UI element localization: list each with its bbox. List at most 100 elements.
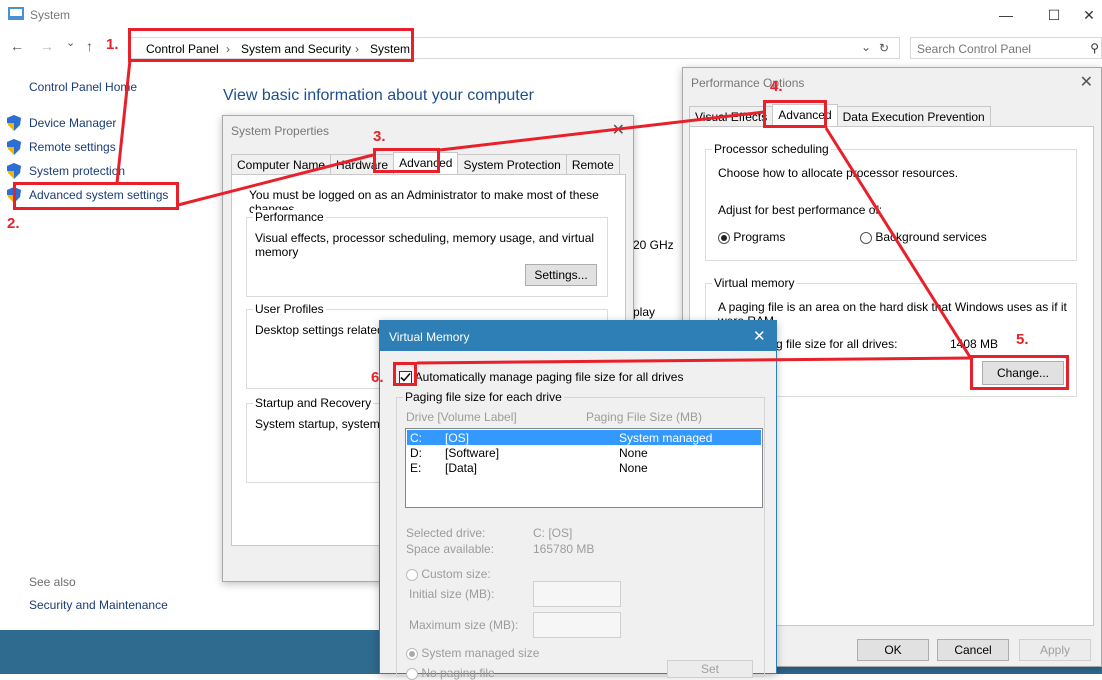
system-managed-option[interactable]: System managed size bbox=[406, 646, 539, 660]
search-placeholder: Search Control Panel bbox=[917, 42, 1032, 56]
device-manager-link[interactable]: Device Manager bbox=[29, 116, 116, 130]
programs-radio[interactable] bbox=[718, 231, 730, 244]
tab-strip: Visual Effects Advanced Data Execution P… bbox=[689, 104, 991, 126]
refresh-icon[interactable]: ↻ bbox=[879, 41, 889, 55]
cancel-button[interactable]: Cancel bbox=[937, 639, 1009, 661]
drive-row-e[interactable]: E: [Data] None bbox=[407, 460, 761, 475]
drive-letter: D: bbox=[410, 446, 422, 460]
remote-settings-link[interactable]: Remote settings bbox=[29, 140, 116, 154]
minimize-button[interactable]: — bbox=[986, 4, 1026, 26]
maximum-size-label: Maximum size (MB): bbox=[409, 618, 519, 632]
adjust-performance-label: Adjust for best performance of: bbox=[718, 203, 883, 217]
maximize-button[interactable]: ☐ bbox=[1034, 4, 1074, 26]
system-managed-radio[interactable] bbox=[406, 647, 418, 660]
close-icon[interactable]: ✕ bbox=[753, 327, 766, 345]
custom-size-option[interactable]: Custom size: bbox=[406, 567, 491, 581]
security-maintenance-link[interactable]: Security and Maintenance bbox=[29, 598, 168, 612]
page-title: View basic information about your comput… bbox=[223, 87, 534, 104]
tab-visual-effects[interactable]: Visual Effects bbox=[689, 106, 774, 126]
system-icon bbox=[8, 7, 24, 20]
display-fragment: play bbox=[633, 305, 656, 319]
recent-locations-icon[interactable]: ⌄ bbox=[66, 36, 75, 49]
annotation-number: 3. bbox=[373, 128, 386, 145]
drive-letter: C: bbox=[410, 431, 422, 445]
drive-row-c[interactable]: C: [OS] System managed bbox=[407, 430, 761, 445]
custom-size-radio[interactable] bbox=[406, 568, 418, 581]
tab-system-protection[interactable]: System Protection bbox=[457, 154, 567, 174]
user-profiles-description: Desktop settings related to bbox=[255, 323, 398, 337]
ok-button[interactable]: OK bbox=[857, 639, 929, 661]
annotation-number: 4. bbox=[770, 78, 783, 95]
system-protection-link[interactable]: System protection bbox=[29, 164, 125, 178]
vm-title-bar: Virtual Memory ✕ bbox=[380, 321, 776, 351]
dialog-title: Performance Options bbox=[691, 76, 805, 90]
up-arrow-icon[interactable]: ↑ bbox=[86, 38, 93, 54]
drive-paging-size: None bbox=[619, 461, 648, 475]
annotation-box-perf-advanced-tab bbox=[763, 100, 827, 128]
initial-size-label: Initial size (MB): bbox=[409, 587, 495, 601]
see-also-label: See also bbox=[29, 575, 76, 589]
system-managed-label: System managed size bbox=[421, 646, 540, 660]
dropdown-chevron-icon[interactable]: ⌄ bbox=[861, 40, 871, 54]
processor-speed-fragment: 20 GHz bbox=[633, 238, 674, 252]
performance-label: Performance bbox=[253, 210, 326, 224]
performance-group: Performance Visual effects, processor sc… bbox=[246, 210, 608, 297]
space-available-value: 165780 MB bbox=[533, 542, 595, 556]
no-paging-option[interactable]: No paging file bbox=[406, 666, 495, 680]
custom-size-label: Custom size: bbox=[421, 567, 491, 581]
close-icon[interactable]: ✕ bbox=[612, 120, 625, 140]
paging-file-group: Paging file size for each drive Drive [V… bbox=[396, 390, 765, 680]
annotation-number: 1. bbox=[106, 36, 119, 53]
processor-scheduling-group: Processor scheduling Choose how to alloc… bbox=[705, 142, 1077, 261]
search-input[interactable]: Search Control Panel ⚲ bbox=[910, 37, 1102, 59]
selected-drive-label: Selected drive: bbox=[406, 526, 486, 540]
virtual-memory-label: Virtual memory bbox=[712, 276, 797, 290]
tab-remote[interactable]: Remote bbox=[565, 154, 620, 174]
performance-description: Visual effects, processor scheduling, me… bbox=[255, 231, 595, 259]
size-column-header: Paging File Size (MB) bbox=[586, 410, 703, 424]
back-arrow-icon[interactable]: ← bbox=[10, 38, 24, 54]
forward-arrow-icon[interactable]: → bbox=[40, 38, 54, 54]
processor-description: Choose how to allocate processor resourc… bbox=[718, 166, 959, 180]
drive-row-d[interactable]: D: [Software] None bbox=[407, 445, 761, 460]
dialog-title: Virtual Memory bbox=[389, 330, 470, 344]
programs-option[interactable]: Programs bbox=[718, 230, 785, 244]
initial-size-input[interactable] bbox=[533, 581, 621, 607]
set-button[interactable]: Set bbox=[667, 660, 753, 678]
maximum-size-input[interactable] bbox=[533, 612, 621, 638]
control-panel-home-link[interactable]: Control Panel Home bbox=[29, 80, 137, 94]
annotation-box-change-button bbox=[970, 355, 1069, 390]
tab-data-execution-prevention[interactable]: Data Execution Prevention bbox=[836, 106, 991, 126]
close-icon[interactable]: ✕ bbox=[1080, 72, 1093, 92]
virtual-memory-dialog: Virtual Memory ✕ Automatically manage pa… bbox=[379, 320, 777, 680]
shield-icon bbox=[7, 139, 21, 155]
background-services-option[interactable]: Background services bbox=[860, 230, 987, 244]
selected-drive-value: C: [OS] bbox=[533, 526, 573, 540]
drive-list[interactable]: C: [OS] System managed D: [Software] Non… bbox=[405, 428, 763, 508]
auto-manage-label: Automatically manage paging file size fo… bbox=[414, 370, 684, 384]
annotation-box-breadcrumb bbox=[128, 28, 414, 62]
background-services-label: Background services bbox=[875, 230, 987, 244]
title-bar: System — ☐ ✕ bbox=[0, 0, 1102, 30]
auto-manage-option[interactable]: Automatically manage paging file size fo… bbox=[399, 370, 684, 385]
startup-recovery-label: Startup and Recovery bbox=[253, 396, 374, 410]
annotation-number: 5. bbox=[1016, 331, 1029, 348]
dialog-title: System Properties bbox=[231, 124, 330, 138]
performance-settings-button[interactable]: Settings... bbox=[525, 264, 597, 286]
drive-label: [OS] bbox=[445, 431, 470, 445]
search-icon: ⚲ bbox=[1090, 41, 1099, 55]
drive-letter: E: bbox=[410, 461, 422, 475]
apply-button[interactable]: Apply bbox=[1019, 639, 1091, 661]
annotation-box-advanced-tab bbox=[373, 148, 440, 173]
annotation-box-advanced-settings bbox=[13, 182, 179, 210]
total-paging-value: 1408 MB bbox=[950, 337, 999, 351]
annotation-number: 6. bbox=[371, 369, 384, 386]
background-services-radio[interactable] bbox=[860, 231, 872, 244]
drive-label: [Data] bbox=[445, 461, 478, 475]
user-profiles-label: User Profiles bbox=[253, 302, 326, 316]
space-available-label: Space available: bbox=[406, 542, 495, 556]
paging-file-group-label: Paging file size for each drive bbox=[403, 390, 564, 404]
drive-paging-size: None bbox=[619, 446, 648, 460]
close-button[interactable]: ✕ bbox=[1076, 4, 1102, 26]
tab-computer-name[interactable]: Computer Name bbox=[231, 154, 332, 174]
